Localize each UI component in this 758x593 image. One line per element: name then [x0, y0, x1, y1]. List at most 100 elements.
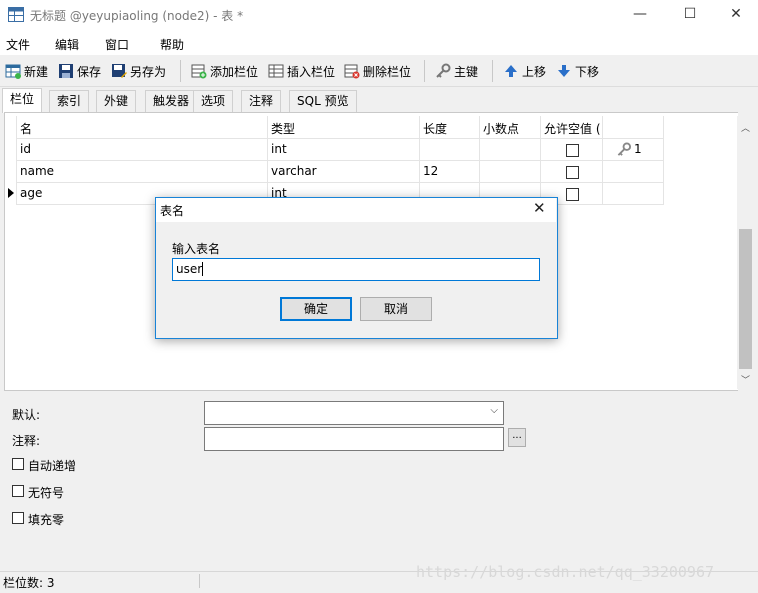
scrollbar-thumb[interactable] [739, 229, 752, 369]
tab-sql-preview[interactable]: SQL 预览 [289, 90, 357, 112]
column-header-type[interactable]: 类型 [271, 120, 295, 137]
unsigned-checkbox[interactable] [12, 485, 24, 497]
auto-increment-checkbox[interactable] [12, 458, 24, 470]
grid-row-line [16, 182, 664, 183]
cell-name[interactable]: age [20, 186, 42, 200]
default-label: 默认: [12, 408, 41, 422]
cell-name[interactable]: name [20, 164, 54, 178]
allow-null-checkbox[interactable] [566, 166, 579, 179]
column-header-allow-null[interactable]: 允许空值 ( [544, 120, 601, 137]
tab-options[interactable]: 选项 [193, 90, 234, 112]
allow-null-checkbox[interactable] [566, 188, 579, 201]
delete-column-icon [344, 64, 360, 79]
ok-button[interactable]: 确定 [280, 297, 352, 321]
insert-field-button[interactable]: 插入栏位 [268, 62, 335, 80]
new-label: 新建 [24, 64, 49, 79]
table-app-icon [8, 7, 24, 22]
menu-file[interactable]: 文件 [6, 36, 30, 53]
primary-key-icon [617, 142, 632, 156]
arrow-down-icon [558, 65, 570, 77]
cell-name[interactable]: id [20, 142, 31, 156]
unsigned-label: 无符号 [28, 486, 65, 500]
grid-row-line [16, 160, 664, 161]
tab-comment[interactable]: 注释 [241, 90, 282, 112]
delete-field-label: 删除栏位 [363, 64, 412, 79]
add-field-label: 添加栏位 [210, 64, 259, 79]
primary-key-label: 主键 [454, 64, 479, 79]
move-down-button[interactable]: 下移 [556, 62, 599, 80]
tab-indexes[interactable]: 索引 [49, 90, 90, 112]
minimize-button[interactable]: — [617, 0, 663, 30]
toolbar-separator [180, 60, 181, 82]
add-field-button[interactable]: 添加栏位 [191, 62, 258, 80]
default-select[interactable]: ⌵ [204, 401, 504, 425]
save-as-label: 另存为 [130, 64, 167, 79]
menu-help[interactable]: 帮助 [160, 36, 184, 53]
grid-col-line [479, 116, 480, 204]
dialog-close-icon[interactable]: ✕ [533, 199, 546, 217]
auto-increment-label: 自动递增 [28, 459, 77, 473]
menu-window[interactable]: 窗口 [105, 36, 129, 53]
cell-length[interactable]: 12 [423, 164, 438, 178]
cancel-button[interactable]: 取消 [360, 297, 432, 321]
move-down-label: 下移 [575, 64, 600, 79]
insert-field-label: 插入栏位 [287, 64, 336, 79]
new-table-icon [5, 64, 21, 79]
comment-label: 注释: [12, 434, 41, 448]
zerofill-checkbox[interactable] [12, 512, 24, 524]
grid-col-line [602, 116, 603, 204]
table-name-value: user [176, 262, 203, 276]
scroll-up-icon[interactable]: ︿ [741, 121, 750, 134]
menu-edit[interactable]: 编辑 [55, 36, 79, 53]
move-up-label: 上移 [522, 64, 547, 79]
cell-type[interactable]: int [271, 142, 287, 156]
tab-fields[interactable]: 栏位 [2, 88, 43, 113]
grid-col-line [419, 116, 420, 204]
tab-foreign-keys[interactable]: 外键 [96, 90, 137, 112]
grid-col-line [16, 116, 17, 204]
new-button[interactable]: 新建 [5, 62, 48, 80]
grid-row-line [16, 138, 664, 139]
dialog-title: 表名 [160, 204, 185, 218]
toolbar-separator [492, 60, 493, 82]
comment-edit-button[interactable]: ... [508, 428, 526, 447]
current-row-indicator-icon [8, 188, 14, 198]
scroll-down-icon[interactable]: ﹀ [741, 373, 750, 386]
save-icon [59, 64, 73, 78]
key-icon [436, 63, 451, 78]
text-cursor [202, 262, 203, 276]
grid-col-line [540, 116, 541, 204]
allow-null-checkbox[interactable] [566, 144, 579, 157]
arrow-up-icon [505, 65, 517, 77]
save-as-button[interactable]: 另存为 [111, 62, 166, 80]
column-header-decimals[interactable]: 小数点 [483, 120, 519, 137]
grid-col-line [663, 116, 664, 204]
comment-input[interactable] [204, 427, 504, 451]
watermark: https://blog.csdn.net/qq_33200967 [416, 563, 715, 581]
grid-col-line [267, 116, 268, 204]
key-order: 1 [634, 142, 642, 156]
toolbar-separator [424, 60, 425, 82]
save-as-icon [112, 64, 127, 78]
status-divider [199, 574, 200, 588]
chevron-down-icon: ⌵ [490, 405, 498, 416]
zerofill-label: 填充零 [28, 513, 65, 527]
primary-key-button[interactable]: 主键 [435, 62, 478, 80]
field-count: 栏位数: 3 [3, 576, 55, 590]
insert-column-icon [268, 64, 284, 78]
table-name-input[interactable]: user [172, 258, 540, 281]
column-header-length[interactable]: 长度 [423, 120, 447, 137]
tab-triggers[interactable]: 触发器 [145, 90, 198, 112]
delete-field-button[interactable]: 删除栏位 [344, 62, 411, 80]
cell-type[interactable]: varchar [271, 164, 317, 178]
move-up-button[interactable]: 上移 [503, 62, 546, 80]
save-button[interactable]: 保存 [58, 62, 101, 80]
dialog-title-bar [156, 198, 556, 222]
maximize-button[interactable]: ☐ [667, 0, 713, 30]
close-button[interactable]: ✕ [713, 0, 758, 30]
add-column-icon [191, 64, 207, 79]
column-header-name[interactable]: 名 [20, 120, 32, 137]
save-label: 保存 [77, 64, 102, 79]
window-title: 无标题 @yeyupiaoling (node2) - 表 * [30, 9, 244, 23]
dialog-prompt: 输入表名 [172, 242, 221, 256]
